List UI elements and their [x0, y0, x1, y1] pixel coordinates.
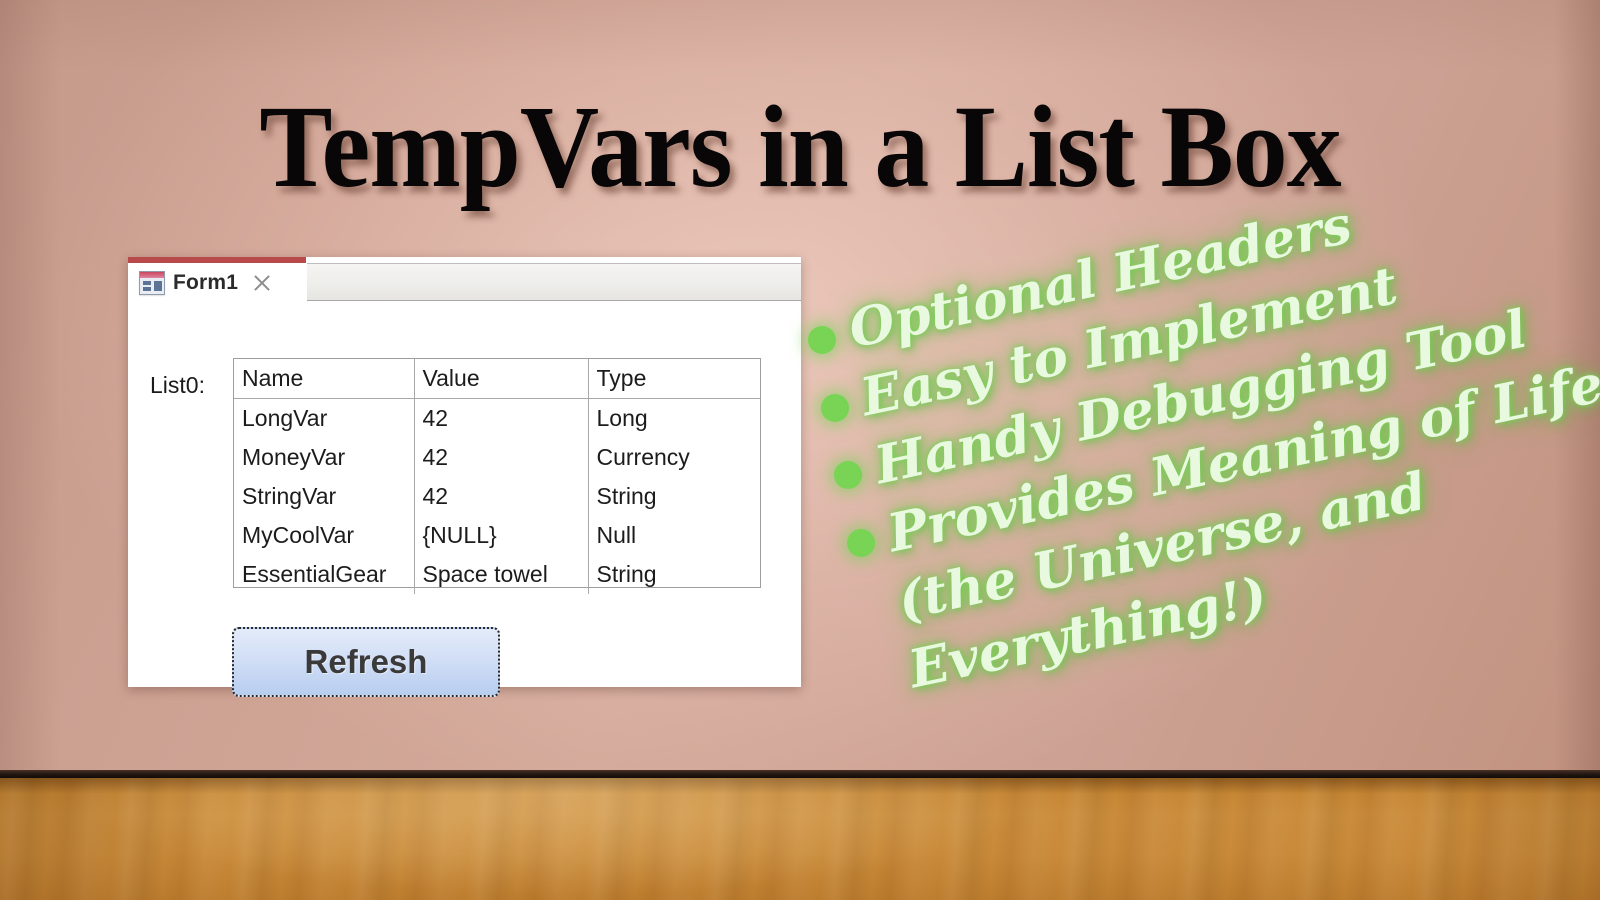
cell-name: MoneyVar	[242, 443, 346, 470]
cell-type: Null	[587, 516, 760, 555]
slide-canvas: TempVars in a List Box Form1 List0: Name…	[0, 0, 1600, 900]
cell-name: LongVar	[242, 404, 328, 431]
tempvars-table: Name Value Type LongVar 42 Long MoneyVar	[234, 359, 760, 594]
table-row[interactable]: MyCoolVar {NULL} Null	[234, 516, 760, 555]
refresh-button[interactable]: Refresh	[232, 627, 500, 697]
access-form-window: Form1 List0: Name Value Type LongVar 42 …	[128, 257, 801, 697]
page-title: TempVars in a List Box	[259, 81, 1341, 212]
cell-type: String	[587, 477, 760, 516]
cell-value: 42	[413, 398, 588, 438]
cell-value: 42	[413, 438, 588, 477]
tab-strip: Form1	[128, 263, 801, 302]
cell-type: String	[587, 555, 760, 594]
form-body: List0: Name Value Type LongVar 42 Long M…	[128, 302, 801, 697]
list0-label: List0:	[150, 372, 205, 398]
form-view-icon	[139, 270, 165, 295]
cell-type: Currency	[587, 438, 760, 477]
cell-name: MyCoolVar	[242, 521, 355, 548]
table-row[interactable]: EssentialGear Space towel String	[234, 555, 760, 594]
table-row[interactable]: StringVar 42 String	[234, 477, 760, 516]
column-header-value: Value	[413, 359, 588, 399]
cell-value: Space towel	[413, 555, 588, 594]
column-header-name: Name	[234, 359, 414, 399]
tab-strip-empty-area	[306, 263, 801, 301]
tempvars-listbox[interactable]: Name Value Type LongVar 42 Long MoneyVar	[233, 358, 761, 594]
table-row[interactable]: LongVar 42 Long	[234, 398, 760, 438]
cell-name: EssentialGear	[242, 560, 387, 587]
column-header-type: Type	[587, 359, 760, 399]
cell-value: 42	[413, 477, 588, 516]
tab-form1[interactable]: Form1	[128, 263, 307, 302]
floor-sheen	[0, 778, 1600, 900]
table-row[interactable]: MoneyVar 42 Currency	[234, 438, 760, 477]
close-icon[interactable]	[251, 272, 273, 294]
cell-name: StringVar	[242, 482, 337, 509]
cell-type: Long	[587, 398, 760, 438]
tab-label: Form1	[173, 270, 239, 294]
table-header-row: Name Value Type	[234, 359, 760, 399]
cell-value: {NULL}	[413, 516, 588, 555]
